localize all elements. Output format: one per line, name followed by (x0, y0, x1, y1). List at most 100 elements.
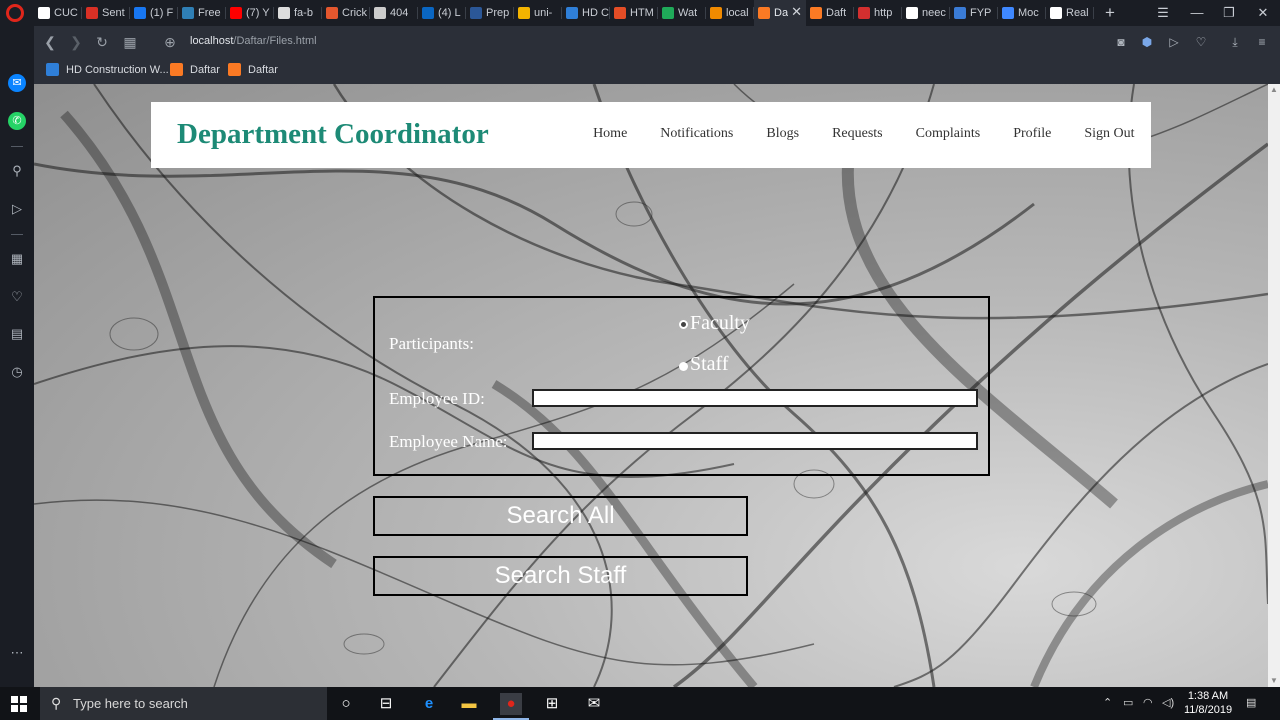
wifi-icon[interactable]: ◠ (1143, 696, 1153, 709)
close-window-button[interactable]: ✕ (1246, 0, 1280, 26)
tab-label: HD C (582, 7, 609, 19)
tab-strip: CUC Sent (1) F Free (7) Y fa-b Crick 404 (4) L Pr… (0, 0, 1280, 26)
staff-radio[interactable] (679, 362, 688, 371)
search-form: Participants: Faculty Staff Employee ID:… (373, 296, 990, 476)
tab[interactable]: http (854, 0, 902, 26)
sidebar-divider (11, 234, 23, 235)
send-icon[interactable]: ▷ (1165, 33, 1183, 51)
tab[interactable]: local (706, 0, 754, 26)
employee-id-field[interactable] (532, 389, 978, 407)
cortana-icon[interactable]: ○ (335, 693, 357, 715)
nav-blogs[interactable]: Blogs (750, 126, 816, 142)
tab[interactable]: 404 (370, 0, 418, 26)
more-icon[interactable]: ⋯ (8, 644, 26, 662)
heart-icon[interactable]: ♡ (1192, 33, 1210, 51)
forward-icon[interactable]: ❯ (66, 32, 86, 52)
main-nav: Home Notifications Blogs Requests Compla… (577, 126, 1151, 142)
site-info-icon[interactable]: ⊕ (160, 32, 180, 52)
staff-label[interactable]: Staff (690, 353, 729, 376)
bookmark-label: Daftar (190, 63, 220, 76)
tab-active[interactable]: Da ✕ (754, 0, 806, 26)
back-icon[interactable]: ❮ (40, 32, 60, 52)
new-tab-button[interactable]: + (1100, 2, 1120, 24)
download-icon[interactable]: ⤓ (1226, 33, 1244, 51)
edge-icon[interactable]: e (418, 693, 440, 715)
tab[interactable]: (4) L (418, 0, 466, 26)
bookmark-label: HD Construction W... (66, 63, 169, 76)
nav-notifications[interactable]: Notifications (644, 126, 750, 142)
tab[interactable]: HTM (610, 0, 658, 26)
nav-complaints[interactable]: Complaints (899, 126, 997, 142)
mail-icon[interactable]: ✉ (583, 693, 605, 715)
tab[interactable]: (7) Y (226, 0, 274, 26)
faculty-radio[interactable] (679, 320, 688, 329)
clock[interactable]: 1:38 AM 11/8/2019 (1182, 689, 1234, 717)
minimize-button[interactable]: — (1180, 0, 1214, 26)
url-field[interactable]: localhost/Daftar/Files.html (190, 35, 317, 47)
volume-icon[interactable]: ◁) (1162, 696, 1174, 709)
tab[interactable]: uni- (514, 0, 562, 26)
tab[interactable]: Daft (806, 0, 854, 26)
tab[interactable]: Crick (322, 0, 370, 26)
scroll-up-icon[interactable]: ▲ (1268, 84, 1280, 96)
tab[interactable]: Free (178, 0, 226, 26)
heart-icon[interactable]: ♡ (8, 288, 26, 306)
nav-profile[interactable]: Profile (997, 126, 1068, 142)
messenger-icon[interactable]: ✉ (8, 74, 26, 92)
participants-label: Participants: (389, 334, 474, 353)
file-explorer-icon[interactable]: ▬ (458, 693, 480, 715)
faculty-label[interactable]: Faculty (690, 312, 750, 335)
tab[interactable]: fa-b (274, 0, 322, 26)
tab-label: 404 (390, 7, 409, 19)
reload-icon[interactable]: ↻ (92, 32, 112, 52)
tabs-grid-icon[interactable]: ▦ (120, 32, 140, 52)
windows-start-icon[interactable] (11, 696, 27, 712)
speed-dial-icon[interactable]: ▦ (8, 250, 26, 268)
task-view-icon[interactable]: ⊟ (375, 693, 397, 715)
scroll-down-icon[interactable]: ▼ (1268, 675, 1280, 687)
vertical-scrollbar[interactable]: ▲ ▼ (1268, 84, 1280, 687)
nav-sign-out[interactable]: Sign Out (1068, 126, 1151, 142)
search-all-button[interactable]: Search All (373, 496, 748, 536)
whatsapp-icon[interactable]: ✆ (8, 112, 26, 130)
site-header: Department Coordinator Home Notification… (151, 102, 1151, 168)
restore-button[interactable]: ❐ (1212, 0, 1246, 26)
send-icon[interactable]: ▷ (8, 200, 26, 218)
store-icon[interactable]: ⊞ (541, 693, 563, 715)
nav-requests[interactable]: Requests (816, 126, 900, 142)
tab[interactable]: (1) F (130, 0, 178, 26)
battery-icon[interactable]: ▭ (1123, 696, 1133, 709)
adblock-icon[interactable]: ⬢ (1138, 33, 1156, 51)
tab[interactable]: Sent (82, 0, 130, 26)
tray-chevron-icon[interactable]: ⌃ (1103, 696, 1112, 709)
tab-label: Real (1066, 7, 1089, 19)
notifications-icon[interactable]: ▤ (1246, 696, 1256, 709)
taskbar-search[interactable]: ⚲ Type here to search (40, 687, 327, 720)
tab[interactable]: Wat (658, 0, 706, 26)
opera-menu-icon[interactable] (6, 4, 24, 22)
freecodecamp-icon (182, 7, 194, 19)
news-icon[interactable]: ▤ (8, 325, 26, 343)
employee-name-field[interactable] (532, 432, 978, 450)
tab-menu-icon[interactable]: ☰ (1146, 0, 1180, 26)
close-tab-icon[interactable]: ✕ (791, 4, 802, 20)
cricket-icon (326, 7, 338, 19)
bookmark-daftar-2[interactable]: Daftar (228, 63, 278, 76)
tab[interactable]: Prep (466, 0, 514, 26)
nav-home[interactable]: Home (577, 126, 644, 142)
bookmark-hd-construction[interactable]: HD Construction W... (46, 63, 169, 76)
tab[interactable]: Real (1046, 0, 1094, 26)
tab[interactable]: Moc (998, 0, 1046, 26)
easy-setup-icon[interactable]: ≡ (1253, 33, 1271, 51)
search-icon[interactable]: ⚲ (8, 162, 26, 180)
tab[interactable]: neec (902, 0, 950, 26)
bookmark-daftar-1[interactable]: Daftar (170, 63, 220, 76)
tab[interactable]: HD C (562, 0, 610, 26)
tab[interactable]: FYP (950, 0, 998, 26)
xampp-icon (228, 63, 241, 76)
snapshot-icon[interactable]: ◙ (1112, 33, 1130, 51)
tab[interactable]: CUC (34, 0, 82, 26)
search-staff-button[interactable]: Search Staff (373, 556, 748, 596)
opera-taskbar-icon[interactable]: ● (493, 693, 529, 720)
history-icon[interactable]: ◷ (8, 363, 26, 381)
